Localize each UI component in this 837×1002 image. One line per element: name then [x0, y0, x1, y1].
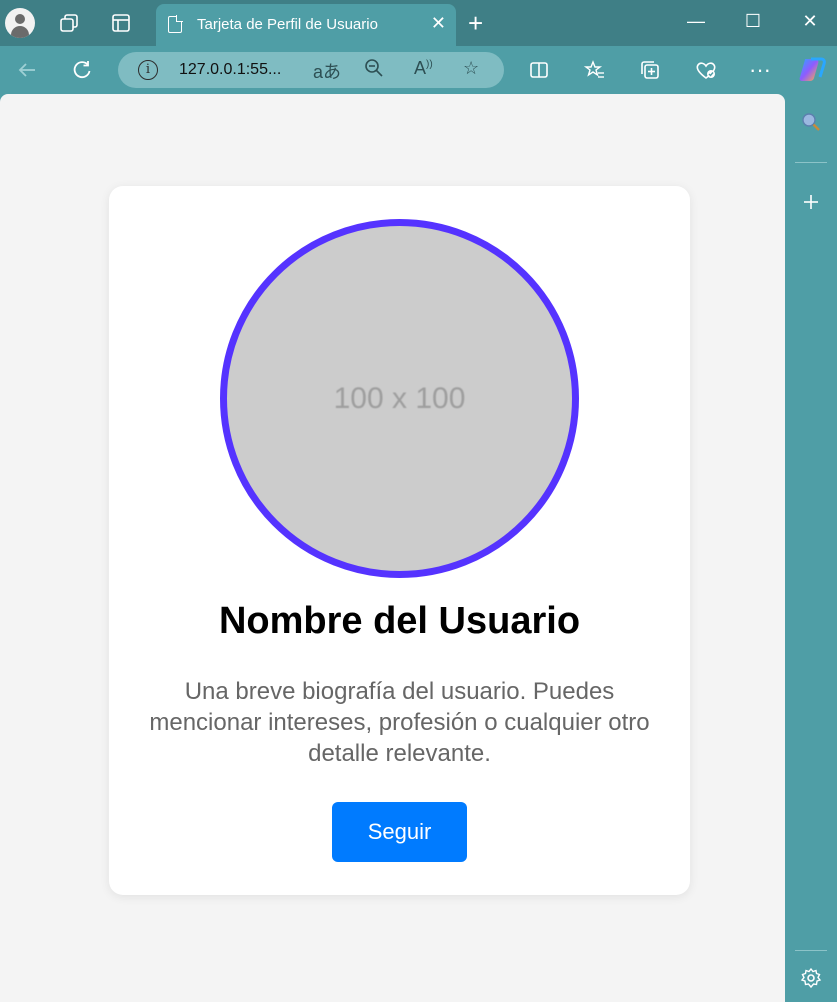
zoom-out-icon[interactable] — [364, 58, 384, 83]
document-icon — [168, 15, 183, 33]
read-aloud-icon[interactable]: A)) — [414, 58, 433, 79]
sidebar-divider-bottom — [795, 950, 827, 951]
refresh-icon[interactable] — [67, 55, 97, 85]
browser-essentials-icon[interactable] — [691, 55, 721, 85]
follow-button[interactable]: Seguir — [332, 802, 467, 862]
back-icon[interactable] — [12, 55, 42, 85]
settings-gear-icon[interactable] — [797, 964, 825, 992]
address-bar[interactable]: i 127.0.0.1:55... aあ A)) ☆ — [118, 52, 504, 88]
navigation-bar: i 127.0.0.1:55... aあ A)) ☆ ··· — [0, 46, 837, 94]
new-tab-button[interactable]: + — [468, 8, 483, 38]
title-bar: Tarjeta de Perfil de Usuario ✕ + — ☐ ✕ — [0, 0, 837, 46]
tab-title: Tarjeta de Perfil de Usuario — [197, 16, 378, 33]
search-sidebar-icon[interactable] — [797, 108, 825, 136]
profile-photo: 100 x 100 — [220, 219, 579, 578]
user-name: Nombre del Usuario — [218, 600, 581, 642]
workspaces-icon[interactable] — [54, 8, 84, 38]
favorites-icon[interactable] — [580, 55, 610, 85]
translate-icon[interactable]: aあ — [313, 58, 341, 84]
user-bio: Una breve biografía del usuario. Puedes … — [149, 678, 650, 767]
profile-avatar-icon[interactable] — [5, 8, 35, 38]
maximize-button[interactable]: ☐ — [733, 6, 773, 36]
add-sidebar-icon[interactable] — [797, 188, 825, 216]
edge-sidebar — [785, 94, 837, 1002]
page-viewport: 100 x 100 Nombre del Usuario Una breve b… — [0, 94, 785, 1002]
sidebar-divider — [795, 162, 827, 163]
profile-card: 100 x 100 Nombre del Usuario Una breve b… — [109, 186, 690, 895]
favorite-star-icon[interactable]: ☆ — [463, 58, 479, 79]
minimize-button[interactable]: — — [676, 6, 716, 36]
copilot-icon[interactable] — [797, 55, 827, 85]
tab-actions-icon[interactable] — [106, 8, 136, 38]
close-window-button[interactable]: ✕ — [790, 6, 830, 36]
tab-close-icon[interactable]: ✕ — [431, 13, 446, 34]
url-text: 127.0.0.1:55... — [179, 61, 282, 78]
more-icon[interactable]: ··· — [745, 55, 775, 85]
active-tab[interactable]: Tarjeta de Perfil de Usuario ✕ — [156, 4, 456, 46]
photo-placeholder-text: 100 x 100 — [333, 381, 466, 415]
split-screen-icon[interactable] — [524, 55, 554, 85]
collections-icon[interactable] — [635, 55, 665, 85]
info-icon[interactable]: i — [138, 60, 158, 80]
